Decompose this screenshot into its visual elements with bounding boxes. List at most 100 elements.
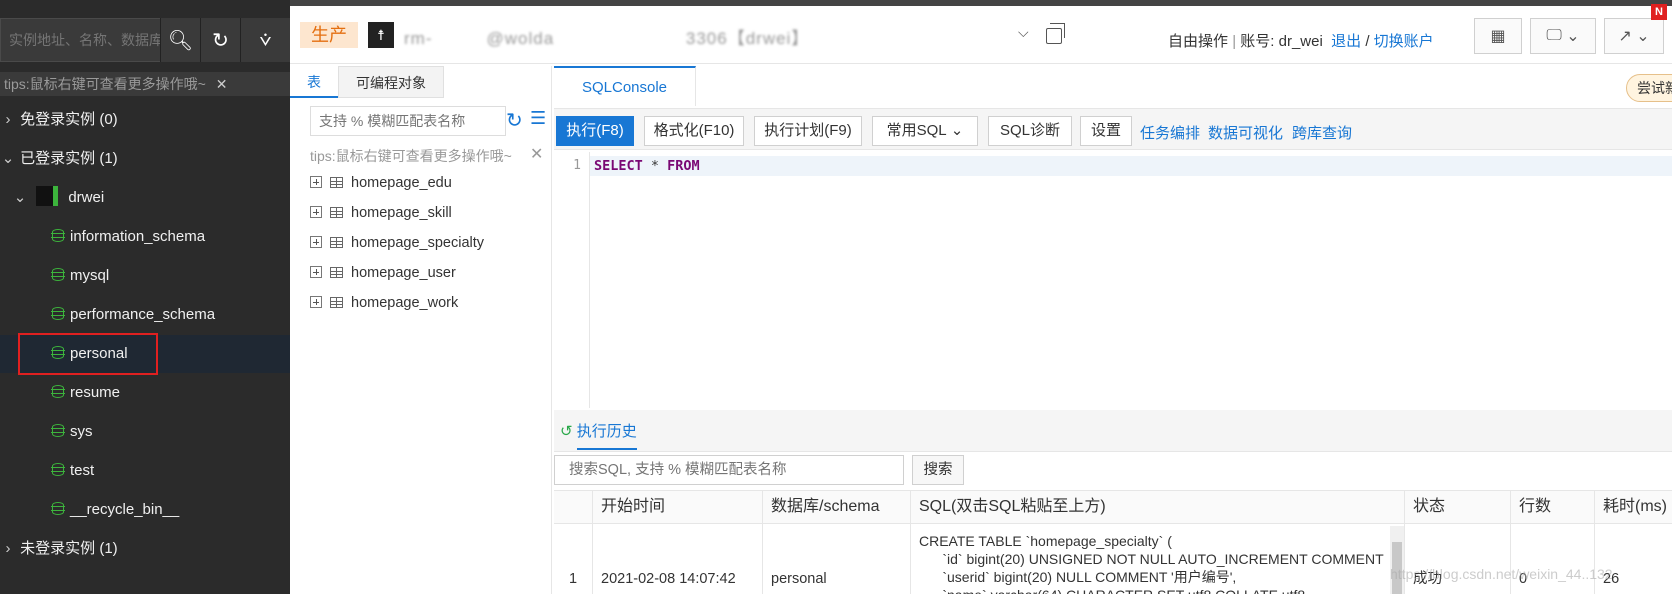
- row-elapsed: 26: [1594, 524, 1672, 594]
- tab-programmable-objects[interactable]: 可编程对象: [338, 66, 444, 98]
- table-item[interactable]: homepage_work: [310, 288, 458, 318]
- table-icon: [330, 267, 343, 278]
- instance-drwei[interactable]: ⌄ drwei: [0, 179, 290, 217]
- copy-icon[interactable]: [1046, 23, 1065, 44]
- db-item[interactable]: mysql: [0, 257, 290, 295]
- watermark: https://blog.csdn.net/weixin_44..132: [1390, 566, 1613, 582]
- table-item[interactable]: homepage_user: [310, 258, 456, 288]
- refresh-icon[interactable]: ↻: [200, 18, 240, 62]
- list-icon[interactable]: ☰: [530, 108, 546, 129]
- db-item[interactable]: performance_schema: [0, 296, 290, 334]
- format-button[interactable]: 格式化(F10): [644, 116, 744, 146]
- col-start-time[interactable]: 开始时间: [592, 490, 762, 524]
- settings-button[interactable]: 设置: [1080, 116, 1132, 146]
- db-item[interactable]: resume: [0, 374, 290, 412]
- database-icon: [51, 307, 65, 320]
- close-icon[interactable]: ✕: [216, 76, 228, 92]
- sql-cell-scrollbar[interactable]: [1390, 526, 1404, 594]
- tab-tables[interactable]: 表: [290, 66, 338, 98]
- expand-icon[interactable]: [310, 266, 322, 278]
- expand-icon[interactable]: [310, 176, 322, 188]
- history-search[interactable]: [554, 455, 904, 485]
- explain-button[interactable]: 执行计划(F9): [754, 116, 862, 146]
- sql-keyword: FROM: [667, 158, 700, 174]
- database-icon: [51, 385, 65, 398]
- sidebar-tips: tips:鼠标右键可查看更多操作哦~ ✕: [0, 72, 290, 96]
- db-label: sys: [70, 423, 93, 440]
- chevron-right-icon: ›: [5, 111, 11, 128]
- col-status[interactable]: 状态: [1404, 490, 1510, 524]
- search-icon[interactable]: 🔍︎: [160, 18, 200, 62]
- sql-line: CREATE TABLE `homepage_specialty` (: [919, 533, 1172, 549]
- instance-name: drwei: [68, 189, 105, 206]
- task-orchestration-link[interactable]: 任务编排: [1140, 122, 1200, 143]
- env-badge: 生产: [300, 22, 358, 48]
- table-search-input[interactable]: [311, 107, 505, 135]
- table-name: homepage_edu: [351, 175, 452, 191]
- monitor-dropdown[interactable]: 🖵︎ ⌄: [1530, 18, 1596, 54]
- run-button[interactable]: 执行(F8): [556, 116, 634, 146]
- highlight-box: [18, 333, 158, 375]
- tab-sqlconsole[interactable]: SQLConsole: [554, 66, 696, 106]
- separator: /: [1365, 33, 1370, 50]
- account-label: 账号: dr_wei: [1240, 33, 1323, 50]
- expand-icon[interactable]: [310, 296, 322, 308]
- connection-name[interactable]: rm- @wolda 3306【drwei】: [404, 24, 944, 48]
- common-sql-label: 常用SQL: [886, 122, 947, 139]
- db-item[interactable]: __recycle_bin__: [0, 491, 290, 529]
- database-icon: [51, 229, 65, 242]
- logout-link[interactable]: 退出: [1331, 33, 1361, 50]
- sql-diagnose-button[interactable]: SQL诊断: [988, 116, 1072, 146]
- switch-account-link[interactable]: 切换账户: [1374, 33, 1434, 50]
- db-item[interactable]: information_schema: [0, 218, 290, 256]
- col-schema[interactable]: 数据库/schema: [762, 490, 910, 524]
- close-icon[interactable]: ✕: [530, 144, 543, 164]
- expand-icon[interactable]: [310, 206, 322, 218]
- group-logged-in[interactable]: ⌄ 已登录实例 (1): [0, 140, 290, 178]
- row-schema: personal: [762, 524, 910, 594]
- db-label: information_schema: [70, 228, 206, 245]
- chevron-down-icon: ⌄: [950, 122, 964, 139]
- table-view-icon[interactable]: ▦: [1474, 18, 1522, 54]
- group-free-label: 免登录实例 (0): [20, 111, 118, 128]
- line-number: 1: [573, 158, 581, 173]
- table-name: homepage_user: [351, 265, 456, 281]
- chevron-down-icon[interactable]: ⌵: [1018, 24, 1029, 41]
- row-sql[interactable]: CREATE TABLE `homepage_specialty` ( `id`…: [910, 524, 1404, 594]
- account-info: 自由操作 | 账号: dr_wei 退出 / 切换账户: [1168, 33, 1434, 50]
- table-item[interactable]: homepage_edu: [310, 168, 452, 198]
- history-tab-label: 执行历史: [576, 423, 637, 450]
- expand-icon[interactable]: [310, 236, 322, 248]
- db-label: test: [70, 462, 95, 479]
- refresh-icon[interactable]: ↻: [506, 108, 523, 133]
- data-visualization-link[interactable]: 数据可视化: [1208, 122, 1283, 143]
- col-sql[interactable]: SQL(双击SQL粘贴至上方): [910, 490, 1404, 524]
- external-link-icon: ↗: [1618, 28, 1632, 45]
- group-free-login[interactable]: › 免登录实例 (0): [0, 101, 290, 139]
- filter-icon[interactable]: ⩒: [240, 18, 290, 62]
- table-item[interactable]: homepage_specialty: [310, 228, 484, 258]
- col-rows[interactable]: 行数: [1510, 490, 1594, 524]
- try-new-badge[interactable]: 尝试新: [1626, 74, 1672, 102]
- table-item[interactable]: homepage_skill: [310, 198, 452, 228]
- sql-editor[interactable]: [554, 152, 1672, 408]
- export-dropdown[interactable]: ↗ ⌄: [1604, 18, 1664, 54]
- db-item[interactable]: sys: [0, 413, 290, 451]
- table-name: homepage_skill: [351, 205, 452, 221]
- cross-db-query-link[interactable]: 跨库查询: [1292, 122, 1352, 143]
- col-elapsed[interactable]: 耗时(ms): [1594, 490, 1672, 524]
- history-search-input[interactable]: [555, 456, 903, 484]
- table-search[interactable]: [310, 106, 506, 136]
- db-item[interactable]: test: [0, 452, 290, 490]
- chevron-down-icon: ⌄: [1, 150, 15, 167]
- common-sql-dropdown[interactable]: 常用SQL ⌄: [872, 116, 978, 146]
- top-strip: [290, 0, 1672, 6]
- code-line[interactable]: SELECT * FROM: [590, 156, 1672, 176]
- history-search-button[interactable]: 搜索: [912, 455, 964, 485]
- sql-operator: *: [642, 158, 668, 174]
- tab-history[interactable]: ↺ 执行历史: [560, 420, 637, 450]
- database-icon: [51, 268, 65, 281]
- sql-line: `userid` bigint(20) NULL COMMENT '用户编号',: [919, 569, 1237, 585]
- row-status: 成功: [1404, 524, 1510, 594]
- group-unlogged[interactable]: › 未登录实例 (1): [0, 530, 290, 568]
